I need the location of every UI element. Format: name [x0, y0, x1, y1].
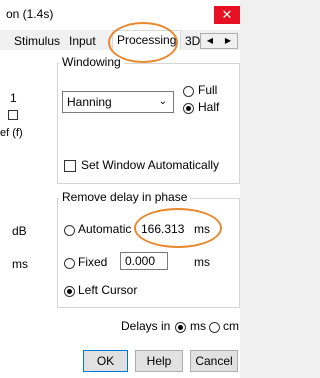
tab-input[interactable]: Input — [67, 33, 98, 49]
half-label: Half — [198, 100, 220, 114]
window-type-value: Hanning — [67, 95, 112, 109]
half-radio[interactable] — [183, 103, 194, 114]
automatic-label: Automatic — [78, 222, 132, 236]
ref-label: ef (f) — [0, 127, 23, 139]
left-checkbox[interactable] — [8, 110, 18, 120]
left-cursor-radio[interactable] — [64, 286, 75, 297]
fixed-delay-input[interactable]: 0.000 — [120, 252, 168, 270]
tab-scroll-control[interactable]: ◀ ▶ — [200, 33, 238, 49]
scroll-left-icon[interactable]: ◀ — [201, 34, 219, 48]
chevron-down-icon: ⌄ — [158, 96, 167, 107]
delays-ms-radio[interactable] — [175, 322, 186, 333]
full-label: Full — [198, 83, 218, 97]
set-window-auto-label: Set Window Automatically — [81, 158, 220, 172]
delays-cm-radio[interactable] — [209, 322, 220, 333]
close-button[interactable]: ✕ — [214, 6, 240, 24]
db-unit-label: dB — [12, 224, 27, 238]
delays-ms-label: ms — [190, 319, 206, 333]
cancel-button[interactable]: Cancel — [190, 350, 238, 372]
left-number-label: 1 — [10, 91, 17, 105]
set-window-auto-checkbox[interactable] — [64, 160, 76, 172]
window-title: on (1.4s) — [6, 7, 54, 21]
ok-button[interactable]: OK — [83, 350, 128, 372]
ms-unit-label: ms — [12, 257, 28, 271]
tab-stimulus[interactable]: Stimulus — [12, 33, 62, 49]
fixed-unit: ms — [194, 255, 210, 269]
scroll-right-icon[interactable]: ▶ — [219, 34, 237, 48]
windowing-group-label: Windowing — [59, 55, 124, 69]
delays-in-label: Delays in — [121, 319, 171, 333]
window-type-select[interactable]: Hanning ⌄ — [62, 91, 174, 113]
fixed-label: Fixed — [78, 255, 108, 269]
remove-delay-group-label: Remove delay in phase — [59, 190, 191, 204]
fixed-radio[interactable] — [64, 258, 75, 269]
full-radio[interactable] — [183, 86, 194, 97]
automatic-radio[interactable] — [64, 225, 75, 236]
delays-cm-label: cm — [223, 319, 239, 333]
left-cursor-label: Left Cursor — [78, 283, 138, 297]
help-button[interactable]: Help — [135, 350, 183, 372]
processing-tab-highlight-oval — [108, 22, 178, 63]
delay-value-highlight-oval — [134, 208, 222, 248]
